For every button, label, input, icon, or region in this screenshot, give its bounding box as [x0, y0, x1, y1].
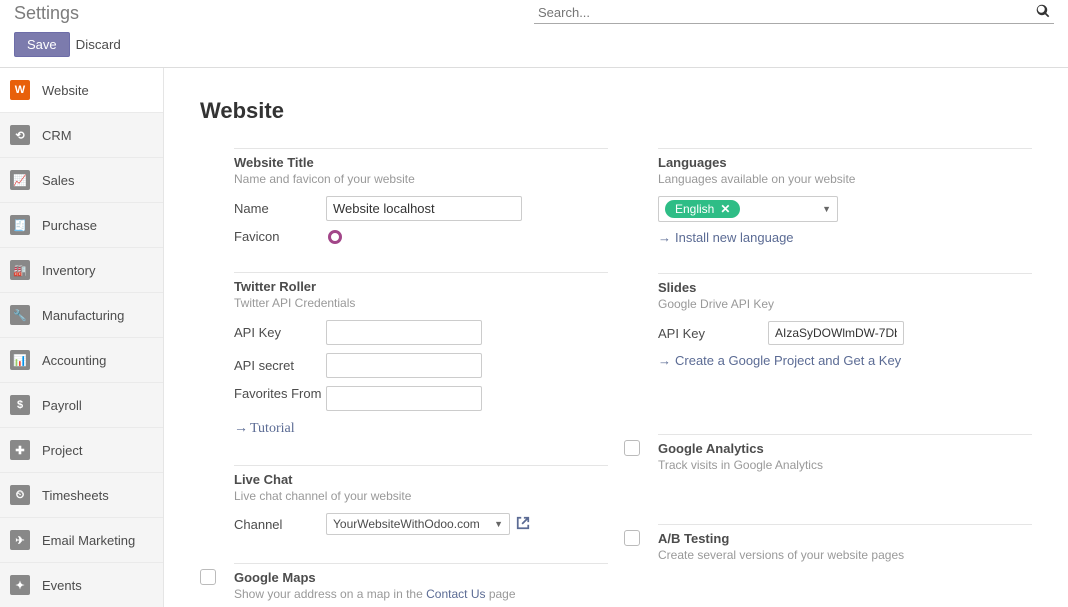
sidebar-item-timesheets[interactable]: ⏲ Timesheets — [0, 473, 163, 518]
slides-subtitle: Google Drive API Key — [658, 297, 1032, 311]
sidebar-item-email-marketing[interactable]: ✈ Email Marketing — [0, 518, 163, 563]
twitter-tutorial-link[interactable]: Tutorial — [234, 421, 295, 436]
search-input[interactable] — [538, 5, 1036, 20]
slides-apikey-input[interactable] — [768, 321, 904, 345]
channel-select[interactable]: YourWebsiteWithOdoo.com ▼ — [326, 513, 510, 535]
website-icon: W — [10, 80, 30, 100]
livechat-heading: Live Chat — [234, 472, 608, 487]
purchase-icon: 🧾 — [10, 215, 30, 235]
manufacturing-icon: 🔧 — [10, 305, 30, 325]
sidebar-item-label: Email Marketing — [42, 533, 135, 548]
abtest-checkbox[interactable] — [624, 530, 640, 546]
sidebar-item-sales[interactable]: 📈 Sales — [0, 158, 163, 203]
sidebar-item-label: CRM — [42, 128, 72, 143]
sidebar-item-website[interactable]: W Website — [0, 68, 163, 113]
ganalytics-checkbox[interactable] — [624, 440, 640, 456]
languages-tagbox[interactable]: English✕ ▼ — [658, 196, 838, 222]
email-marketing-icon: ✈ — [10, 530, 30, 550]
sidebar-item-manufacturing[interactable]: 🔧 Manufacturing — [0, 293, 163, 338]
content-heading: Website — [200, 98, 1032, 124]
sidebar-item-label: Accounting — [42, 353, 106, 368]
discard-button[interactable]: Discard — [76, 32, 121, 57]
languages-subtitle: Languages available on your website — [658, 172, 1032, 186]
sidebar-item-label: Sales — [42, 173, 75, 188]
twitter-heading: Twitter Roller — [234, 279, 608, 294]
language-tag[interactable]: English✕ — [665, 200, 740, 218]
search-icon[interactable] — [1036, 4, 1050, 21]
timesheets-icon: ⏲ — [10, 485, 30, 505]
slides-heading: Slides — [658, 280, 1032, 295]
abtest-heading: A/B Testing — [658, 531, 1032, 546]
search-container[interactable] — [534, 2, 1054, 24]
website-title-heading: Website Title — [234, 155, 608, 170]
sidebar-item-label: Purchase — [42, 218, 97, 233]
twitter-apisecret-label: API secret — [234, 358, 326, 373]
sidebar-item-events[interactable]: ✦ Events — [0, 563, 163, 607]
sidebar-item-label: Project — [42, 443, 82, 458]
accounting-icon: 📊 — [10, 350, 30, 370]
gmaps-checkbox[interactable] — [200, 569, 216, 585]
sidebar-item-label: Inventory — [42, 263, 95, 278]
sidebar-item-label: Manufacturing — [42, 308, 124, 323]
twitter-apisecret-input[interactable] — [326, 353, 482, 378]
contact-us-link[interactable]: Contact Us — [426, 587, 485, 601]
sidebar-item-crm[interactable]: ⟲ CRM — [0, 113, 163, 158]
twitter-apikey-label: API Key — [234, 325, 326, 340]
caret-down-icon[interactable]: ▼ — [822, 204, 831, 214]
sales-icon: 📈 — [10, 170, 30, 190]
twitter-subtitle: Twitter API Credentials — [234, 296, 608, 310]
install-language-link[interactable]: Install new language — [658, 230, 794, 245]
favicon-label: Favicon — [234, 229, 326, 244]
gmaps-heading: Google Maps — [234, 570, 608, 585]
sidebar-item-purchase[interactable]: 🧾 Purchase — [0, 203, 163, 248]
project-icon: ✚ — [10, 440, 30, 460]
content-panel: Website Website Title Name and favicon o… — [164, 68, 1068, 607]
sidebar-item-accounting[interactable]: 📊 Accounting — [0, 338, 163, 383]
favicon-icon[interactable] — [328, 230, 342, 244]
sidebar-item-label: Timesheets — [42, 488, 109, 503]
channel-value: YourWebsiteWithOdoo.com — [333, 517, 480, 531]
sidebar: W Website ⟲ CRM 📈 Sales 🧾 Purchase 🏭 Inventory 🔧 Ma… — [0, 68, 164, 607]
twitter-favorites-label: Favorites From — [234, 386, 326, 403]
ganalytics-heading: Google Analytics — [658, 441, 1032, 456]
crm-icon: ⟲ — [10, 125, 30, 145]
caret-down-icon: ▼ — [494, 519, 503, 529]
tag-remove-icon[interactable]: ✕ — [720, 202, 730, 216]
name-label: Name — [234, 201, 326, 216]
events-icon: ✦ — [10, 575, 30, 595]
languages-heading: Languages — [658, 155, 1032, 170]
inventory-icon: 🏭 — [10, 260, 30, 280]
sidebar-item-inventory[interactable]: 🏭 Inventory — [0, 248, 163, 293]
sidebar-item-project[interactable]: ✚ Project — [0, 428, 163, 473]
sidebar-item-payroll[interactable]: $ Payroll — [0, 383, 163, 428]
channel-label: Channel — [234, 517, 326, 532]
abtest-subtitle: Create several versions of your website … — [658, 548, 1032, 562]
page-title: Settings — [14, 3, 79, 24]
payroll-icon: $ — [10, 395, 30, 415]
slides-apikey-label: API Key — [658, 326, 768, 341]
save-button[interactable]: Save — [14, 32, 70, 57]
sidebar-item-label: Website — [42, 83, 89, 98]
gmaps-subtitle: Show your address on a map in the Contac… — [234, 587, 608, 601]
slides-create-link[interactable]: Create a Google Project and Get a Key — [658, 353, 901, 368]
livechat-subtitle: Live chat channel of your website — [234, 489, 608, 503]
twitter-apikey-input[interactable] — [326, 320, 482, 345]
website-title-subtitle: Name and favicon of your website — [234, 172, 608, 186]
sidebar-item-label: Events — [42, 578, 82, 593]
ganalytics-subtitle: Track visits in Google Analytics — [658, 458, 1032, 472]
twitter-favorites-input[interactable] — [326, 386, 482, 411]
name-input[interactable] — [326, 196, 522, 221]
sidebar-item-label: Payroll — [42, 398, 82, 413]
external-link-icon[interactable] — [516, 516, 530, 533]
